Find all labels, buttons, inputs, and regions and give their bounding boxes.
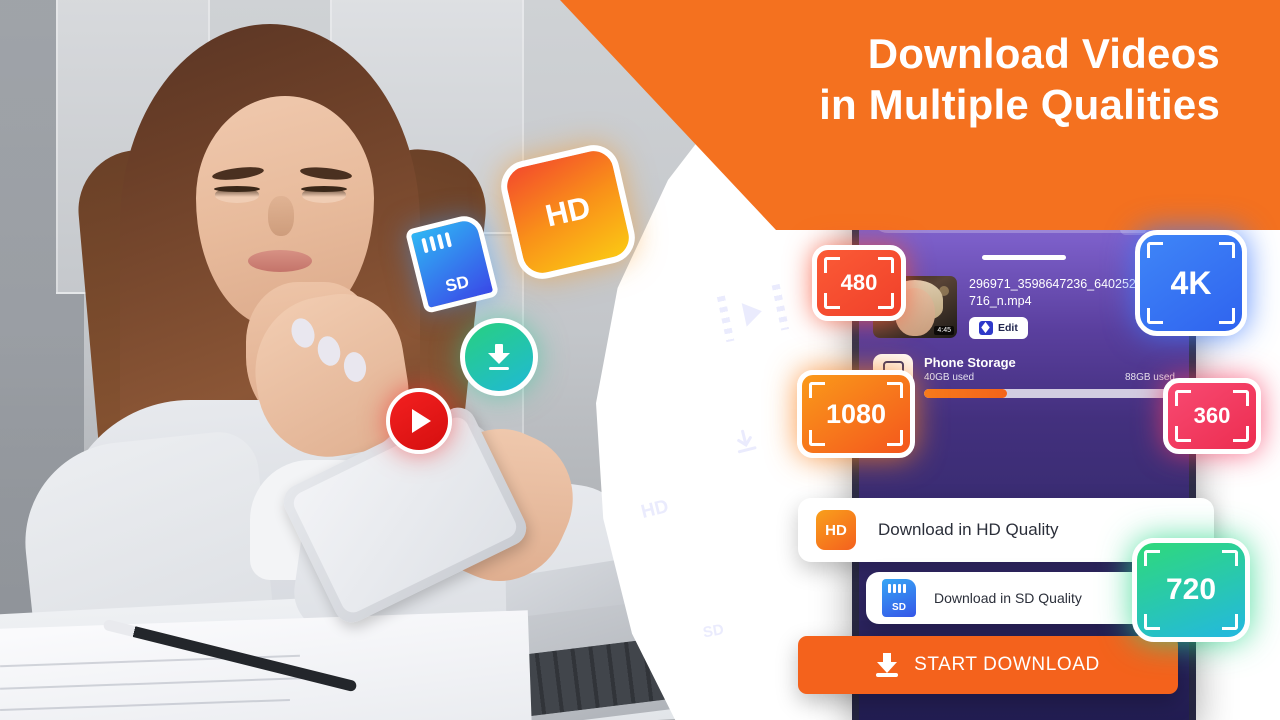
storage-progress-fill <box>924 388 1007 398</box>
storage-body: Phone Storage 40GB used 88GB used <box>924 355 1175 398</box>
promo-banner: HD SD 12:30 m.facebook.com 1 <box>0 0 1280 720</box>
play-triangle-icon <box>741 299 765 327</box>
edit-button[interactable]: Edit <box>969 317 1028 339</box>
quality-badge-720: 720 <box>1132 538 1250 642</box>
hd-icon-label: HD <box>639 496 671 524</box>
quality-badge-4k: 4K <box>1135 230 1247 336</box>
hd-badge-label: HD <box>542 189 594 234</box>
edit-button-label: Edit <box>998 322 1018 334</box>
storage-title: Phone Storage <box>924 354 1016 370</box>
headline-line-1: Download Videos <box>867 30 1220 77</box>
sd-pins <box>888 584 906 593</box>
sd-card-icon: SD <box>882 579 916 617</box>
quality-badge-360-label: 360 <box>1193 403 1231 428</box>
start-download-label: START DOWNLOAD <box>914 654 1100 675</box>
lifestyle-photo <box>0 0 700 720</box>
storage-values: 40GB used 88GB used <box>924 372 1175 383</box>
video-duration-badge: 4:45 <box>934 326 954 335</box>
quality-badge-360: 360 <box>1163 378 1261 454</box>
quality-badge-1080: 1080 <box>797 370 915 458</box>
headline-line-2: in Multiple Qualities <box>819 81 1220 129</box>
hd-tile-label: HD <box>825 521 847 539</box>
quality-badge-720-label: 720 <box>1165 573 1217 606</box>
quality-badge-480: 480 <box>812 245 906 321</box>
storage-total-label: 88GB used <box>1124 371 1175 383</box>
sd-card-label: SD <box>443 271 471 296</box>
hd-tile-icon: HD <box>816 510 856 550</box>
download-circle-icon <box>460 318 538 396</box>
photo-lips <box>248 250 312 272</box>
photo-nose <box>268 196 294 236</box>
photo-eyelash <box>214 186 260 192</box>
quality-badge-4k-label: 4K <box>1170 264 1212 301</box>
start-download-button[interactable]: START DOWNLOAD <box>798 636 1178 694</box>
headline-text: Download Videos in Multiple Qualities <box>819 28 1220 130</box>
storage-progress-bar <box>924 388 1175 398</box>
sd-icon: SD <box>676 573 744 651</box>
sd-pins <box>421 231 453 254</box>
option-sd-label: Download in SD Quality <box>934 590 1082 606</box>
play-triangle-icon <box>412 409 431 433</box>
photo-eyelash <box>301 186 347 192</box>
sd-icon-label: SD <box>701 621 726 642</box>
quality-badge-480-label: 480 <box>840 270 878 295</box>
edit-pencil-icon <box>979 321 993 335</box>
storage-used-label: 40GB used <box>924 371 975 383</box>
sd-card-label: SD <box>892 602 906 613</box>
play-button-icon <box>386 388 452 454</box>
download-arrow-glyph <box>488 344 510 370</box>
quality-badge-1080-label: 1080 <box>825 398 887 429</box>
download-arrow-icon <box>876 653 899 677</box>
option-hd-label: Download in HD Quality <box>878 520 1059 539</box>
